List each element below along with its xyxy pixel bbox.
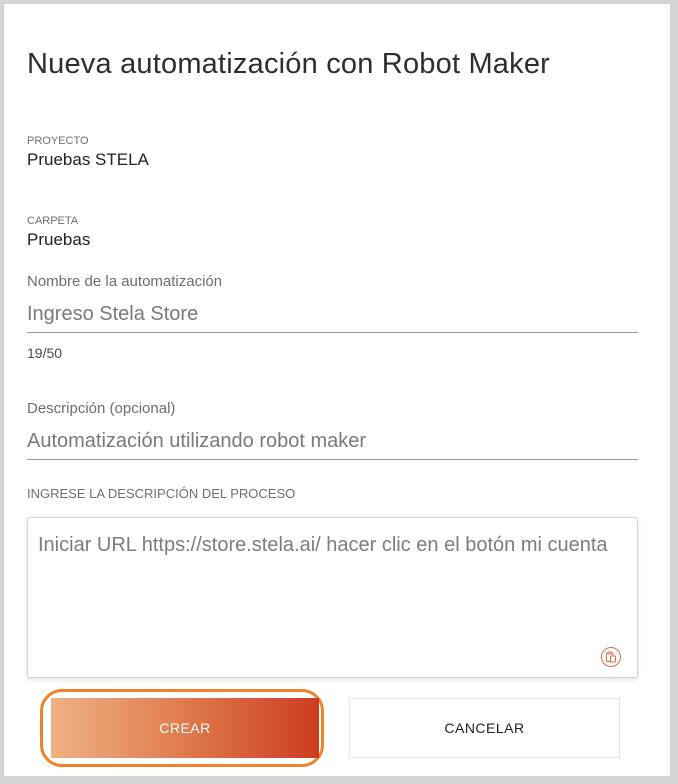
description-input[interactable] — [27, 423, 638, 460]
process-description-box: Iniciar URL https://store.stela.ai/ hace… — [27, 517, 638, 678]
process-description-textarea[interactable]: Iniciar URL https://store.stela.ai/ hace… — [38, 530, 623, 640]
clipboard-paste-icon[interactable] — [601, 647, 621, 667]
process-description-caption: INGRESE LA DESCRIPCIÓN DEL PROCESO — [27, 486, 296, 501]
create-button[interactable]: CREAR — [51, 698, 319, 758]
cancel-button[interactable]: CANCELAR — [349, 698, 620, 758]
dialog-title: Nueva automatización con Robot Maker — [27, 48, 551, 80]
automation-name-label: Nombre de la automatización — [27, 273, 223, 290]
automation-name-input[interactable] — [27, 296, 638, 333]
description-label: Descripción (opcional) — [27, 400, 176, 417]
folder-caption: CARPETA — [27, 215, 79, 227]
project-value: Pruebas STELA — [27, 150, 149, 169]
new-automation-dialog: Nueva automatización con Robot Maker PRO… — [3, 3, 671, 777]
project-caption: PROYECTO — [27, 135, 89, 147]
automation-name-counter: 19/50 — [27, 345, 63, 361]
folder-value: Pruebas — [27, 230, 91, 249]
